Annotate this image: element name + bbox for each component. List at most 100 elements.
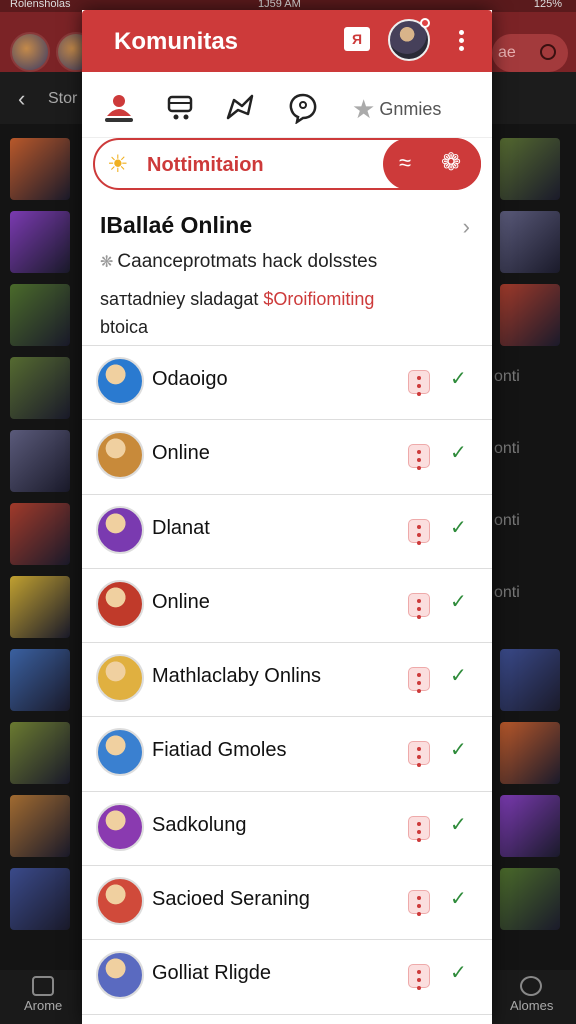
more-options-icon[interactable] bbox=[408, 667, 430, 694]
more-menu-icon[interactable] bbox=[452, 30, 470, 52]
featured-card[interactable]: IBallaé Online › ❋ Caanceprotmats hack do… bbox=[82, 196, 492, 346]
check-icon[interactable]: ✓ bbox=[450, 886, 467, 911]
check-icon[interactable]: ✓ bbox=[450, 812, 467, 837]
check-icon[interactable]: ✓ bbox=[450, 440, 467, 465]
list-item[interactable]: Golliat Rligde ✓ bbox=[82, 940, 492, 1015]
featured-description: ❋ Caanceprotmats hack dolsstes bbox=[100, 251, 474, 273]
avatar bbox=[96, 357, 144, 405]
check-icon[interactable]: ✓ bbox=[450, 960, 467, 985]
background-game-tile bbox=[10, 722, 70, 784]
background-game-tile bbox=[500, 795, 560, 857]
panel-title: Komunitas bbox=[114, 28, 239, 55]
list-item[interactable]: Sacioed Seraning ✓ bbox=[82, 866, 492, 941]
background-search[interactable]: ae bbox=[492, 34, 568, 72]
list-item[interactable]: Mathlaclaby Onlins ✓ bbox=[82, 643, 492, 718]
gear-icon[interactable]: ❁ bbox=[441, 148, 461, 177]
back-icon[interactable]: ‹ bbox=[18, 86, 25, 112]
games-icon[interactable] bbox=[520, 976, 542, 996]
background-game-tile bbox=[10, 868, 70, 930]
background-game-tile bbox=[10, 576, 70, 638]
item-name: Mathlaclaby Onlins bbox=[152, 665, 321, 688]
background-game-tile bbox=[10, 430, 70, 492]
list-item[interactable]: Online ✓ bbox=[82, 420, 492, 495]
community-list: Odaoigo ✓ Online ✓ Dlanat ✓ Online ✓ Mathlaclaby… bbox=[82, 346, 492, 1015]
chat-icon[interactable]: Я bbox=[344, 27, 370, 51]
notification-toggle-bar[interactable]: ☀ Nottimitaion ≈ ❁ bbox=[93, 138, 481, 190]
more-options-icon[interactable] bbox=[408, 592, 430, 619]
check-icon[interactable]: ✓ bbox=[450, 515, 467, 540]
check-icon[interactable]: ✓ bbox=[450, 589, 467, 614]
avatar bbox=[96, 654, 144, 703]
more-options-icon[interactable] bbox=[408, 370, 430, 396]
notification-toggle[interactable]: ≈ ❁ bbox=[383, 138, 481, 190]
sun-icon: ☀ bbox=[107, 151, 129, 178]
item-name: Fiatiad Gmoles bbox=[152, 739, 287, 762]
map-tab-icon[interactable] bbox=[224, 92, 258, 124]
list-item[interactable]: Sadkolung ✓ bbox=[82, 792, 492, 867]
background-search-text: ae bbox=[498, 44, 516, 61]
more-options-icon[interactable] bbox=[408, 741, 430, 768]
more-options-icon[interactable] bbox=[408, 815, 430, 842]
tab-games[interactable]: ★ Gnmies bbox=[352, 94, 441, 125]
list-item[interactable]: Online ✓ bbox=[82, 569, 492, 644]
chevron-right-icon[interactable]: › bbox=[463, 214, 470, 240]
background-side-text: onti bbox=[494, 512, 520, 529]
background-avatar bbox=[10, 32, 50, 72]
home-icon[interactable] bbox=[32, 976, 54, 996]
item-name: Sacioed Seraning bbox=[152, 888, 310, 911]
featured-line2-prefix: saтtadniey sladagat bbox=[100, 289, 264, 309]
avatar bbox=[96, 505, 144, 554]
background-game-tile bbox=[500, 284, 560, 346]
bottom-nav-right[interactable]: Alomes bbox=[510, 998, 553, 1013]
avatar bbox=[96, 431, 144, 480]
list-item[interactable]: Odaoigo ✓ bbox=[82, 346, 492, 421]
check-icon[interactable]: ✓ bbox=[450, 366, 467, 391]
item-name: Online bbox=[152, 442, 210, 465]
chat-tab-icon[interactable] bbox=[286, 92, 320, 124]
background-game-tile bbox=[10, 357, 70, 419]
background-game-tile bbox=[10, 138, 70, 200]
background-game-tile bbox=[500, 722, 560, 784]
check-icon[interactable]: ✓ bbox=[450, 663, 467, 688]
shop-tab-icon[interactable] bbox=[164, 92, 198, 124]
avatar bbox=[96, 951, 144, 1000]
background-game-tile bbox=[500, 211, 560, 273]
list-item[interactable]: Dlanat ✓ bbox=[82, 495, 492, 569]
avatar bbox=[96, 877, 144, 926]
item-name: Sadkolung bbox=[152, 813, 247, 836]
item-name: Dlanat bbox=[152, 516, 210, 539]
item-name: Odaoigo bbox=[152, 368, 228, 390]
panel-tabs: ★ Gnmies bbox=[82, 72, 492, 138]
avatar bbox=[96, 802, 144, 851]
background-game-tile bbox=[500, 649, 560, 711]
carrier-label: Rolensholas bbox=[10, 0, 71, 10]
featured-highlight[interactable]: $Oroifiomiting bbox=[263, 289, 374, 309]
community-panel: Komunitas Я ★ Gnmies ☀ Nottimitaion ≈ ❁ … bbox=[82, 10, 492, 1024]
background-side-text: onti bbox=[494, 440, 520, 457]
notification-label: Nottimitaion bbox=[147, 154, 264, 176]
star-icon: ★ bbox=[352, 94, 376, 124]
item-name: Online bbox=[152, 590, 210, 613]
more-options-icon[interactable] bbox=[408, 890, 430, 917]
people-tab-icon[interactable] bbox=[102, 92, 136, 124]
signal-icon: ≈ bbox=[399, 150, 412, 175]
featured-heading: IBallaé Online bbox=[100, 212, 253, 238]
background-game-tile bbox=[10, 211, 70, 273]
featured-line2-suffix: btoica bbox=[100, 317, 149, 337]
notification-dot bbox=[420, 18, 430, 28]
battery-label: 125% bbox=[533, 0, 562, 10]
item-name: Golliat Rligde bbox=[152, 962, 271, 985]
background-subnav-label: Stor bbox=[48, 90, 78, 107]
bottom-nav-left[interactable]: Arome bbox=[24, 998, 62, 1013]
more-options-icon[interactable] bbox=[408, 964, 430, 991]
list-item[interactable]: Fiatiad Gmoles ✓ bbox=[82, 717, 492, 792]
background-side-text: onti bbox=[494, 368, 520, 385]
check-icon[interactable]: ✓ bbox=[450, 737, 467, 762]
more-options-icon[interactable] bbox=[408, 444, 430, 471]
avatar bbox=[96, 579, 144, 628]
featured-line1: Caanceprotmats hack dolsstes bbox=[117, 251, 378, 272]
background-game-tile bbox=[10, 649, 70, 711]
background-game-tile bbox=[10, 284, 70, 346]
more-options-icon[interactable] bbox=[408, 518, 430, 545]
background-side-text: onti bbox=[494, 584, 520, 601]
